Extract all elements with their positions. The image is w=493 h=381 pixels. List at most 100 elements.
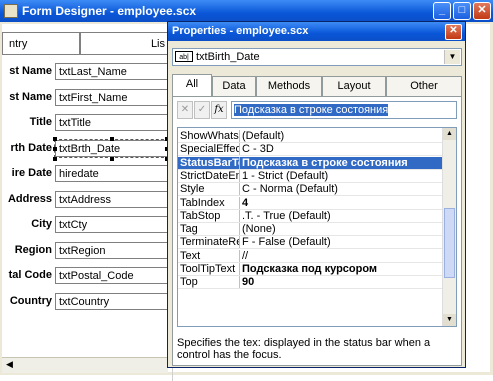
expression-builder-button[interactable]: fx: [211, 101, 227, 119]
form-icon: [4, 4, 18, 18]
tab-list[interactable]: Lis: [80, 32, 172, 54]
column-separator: [239, 209, 240, 222]
properties-title: Properties - employee.scx: [172, 25, 309, 37]
property-row[interactable]: Top 90: [178, 276, 444, 290]
selection-handle[interactable]: [110, 156, 114, 161]
property-value: 1 - Strict (Default): [242, 169, 329, 182]
property-row[interactable]: TabStop .T. - True (Default): [178, 209, 444, 223]
column-separator: [239, 223, 240, 236]
maximize-button[interactable]: □: [453, 2, 471, 20]
column-separator: [239, 169, 240, 182]
property-row[interactable]: StrictDateEnt 1 - Strict (Default): [178, 169, 444, 183]
tab-all[interactable]: All: [172, 74, 212, 96]
property-value: .T. - True (Default): [242, 209, 331, 222]
scroll-left-icon[interactable]: ◀: [3, 359, 16, 371]
selection-handle[interactable]: [53, 146, 57, 151]
textbox-control[interactable]: txtBrth_Date: [54, 138, 169, 158]
column-separator: [239, 130, 240, 142]
property-value: C - Norma (Default): [242, 183, 338, 196]
property-row[interactable]: StatusBarTexПодсказка в строке состояния: [178, 156, 444, 170]
field-label: st Name: [9, 90, 52, 103]
property-name: Text: [180, 249, 201, 262]
property-value: //: [242, 249, 249, 262]
textbox-control[interactable]: txtTitle: [55, 114, 168, 131]
tab-data[interactable]: Data: [212, 76, 256, 96]
scroll-up-icon[interactable]: ▲: [443, 128, 456, 140]
scroll-down-icon[interactable]: ▼: [443, 314, 456, 326]
properties-panel: ✕ ✓ fx Подсказка в строке состояния Show…: [172, 96, 462, 366]
property-editor-row: ✕ ✓ fx Подсказка в строке состояния: [177, 101, 457, 119]
column-separator: [239, 263, 240, 275]
field-label: rth Date: [10, 141, 52, 154]
property-name: TabIndex: [180, 196, 225, 209]
field-label: City: [31, 218, 52, 230]
property-row[interactable]: TerminateRe F - False (Default): [178, 236, 444, 250]
property-value: C - 3D: [242, 143, 274, 156]
object-name: txtBirth_Date: [196, 51, 260, 63]
property-value: 90: [242, 276, 255, 289]
form-designer-titlebar[interactable]: Form Designer - employee.scx _ □ ✕: [0, 0, 493, 22]
tab-entry[interactable]: ntry: [2, 32, 80, 54]
cancel-edit-button[interactable]: ✕: [177, 101, 193, 119]
property-row[interactable]: Style C - Norma (Default): [178, 183, 444, 197]
property-value: (None): [242, 223, 276, 236]
property-name: Top: [180, 276, 198, 289]
property-row[interactable]: Text //: [178, 249, 444, 263]
property-row[interactable]: Tag (None): [178, 223, 444, 237]
textbox-control[interactable]: txtCountry: [55, 292, 168, 310]
field-label: ire Date: [11, 167, 52, 179]
chevron-down-icon[interactable]: ▼: [444, 50, 460, 64]
property-name: Style: [180, 183, 205, 196]
property-value: (Default): [242, 130, 285, 142]
tab-methods[interactable]: Methods: [256, 76, 322, 96]
textbox-control[interactable]: hiredate: [55, 165, 168, 182]
property-name: SpecialEffect: [180, 143, 240, 156]
field-label: Title: [29, 116, 52, 128]
field-label: Region: [14, 243, 52, 256]
property-value-input[interactable]: Подсказка в строке состояния: [231, 101, 457, 119]
property-value: Подсказка под курсором: [242, 263, 378, 275]
selection-handle[interactable]: [110, 136, 114, 141]
textbox-control[interactable]: txtAddress: [55, 190, 168, 208]
textbox-control[interactable]: txtRegion: [55, 241, 168, 259]
field-label: Country: [9, 294, 52, 307]
property-row[interactable]: TabIndex 4: [178, 196, 444, 210]
property-row[interactable]: SpecialEffect C - 3D: [178, 143, 444, 157]
selection-handle[interactable]: [53, 136, 57, 141]
property-name: ToolTipText: [180, 263, 236, 275]
textbox-icon: ab|: [175, 51, 193, 62]
field-label: Address: [7, 192, 52, 205]
column-separator: [239, 236, 240, 249]
property-name: Tag: [180, 223, 198, 236]
property-row[interactable]: ToolTipText Подсказка под курсором: [178, 263, 444, 276]
designer-hscroll[interactable]: ◀: [2, 357, 168, 373]
form-designer-title: Form Designer - employee.scx: [22, 4, 197, 18]
accept-edit-button[interactable]: ✓: [194, 101, 210, 119]
property-value: F - False (Default): [242, 236, 331, 249]
close-button[interactable]: ✕: [473, 2, 491, 20]
textbox-control[interactable]: txtCty: [55, 216, 168, 233]
property-row[interactable]: ShowWhatsT (Default): [178, 130, 444, 143]
field-label: st Name: [9, 65, 52, 77]
minimize-button[interactable]: _: [433, 2, 451, 20]
property-name: TerminateRe: [180, 236, 240, 249]
property-grid-scrollbar[interactable]: ▲ ▼: [442, 128, 456, 326]
properties-tabs: All Data Methods Layout Other: [172, 74, 462, 96]
tab-layout[interactable]: Layout: [322, 76, 386, 96]
textbox-control[interactable]: txtLast_Name: [55, 63, 168, 80]
object-selector[interactable]: ab| txtBirth_Date ▼: [172, 48, 462, 66]
textbox-control[interactable]: txtFirst_Name: [55, 88, 168, 106]
properties-close-button[interactable]: ✕: [445, 24, 462, 40]
column-separator: [239, 183, 240, 196]
selection-handle[interactable]: [53, 156, 57, 161]
textbox-control[interactable]: txtPostal_Code: [55, 267, 168, 284]
scroll-thumb[interactable]: [444, 208, 455, 278]
property-value: Подсказка в строке состояния: [242, 156, 408, 169]
column-separator: [239, 143, 240, 156]
property-name: StatusBarTex: [180, 156, 240, 169]
property-grid[interactable]: ShowWhatsT (Default) SpecialEffect C - 3D St…: [177, 127, 457, 327]
column-separator: [239, 156, 240, 169]
properties-titlebar[interactable]: Properties - employee.scx ✕: [168, 22, 465, 41]
tab-other[interactable]: Other: [386, 76, 462, 96]
pageframe-tabs: ntry Lis: [2, 32, 172, 54]
